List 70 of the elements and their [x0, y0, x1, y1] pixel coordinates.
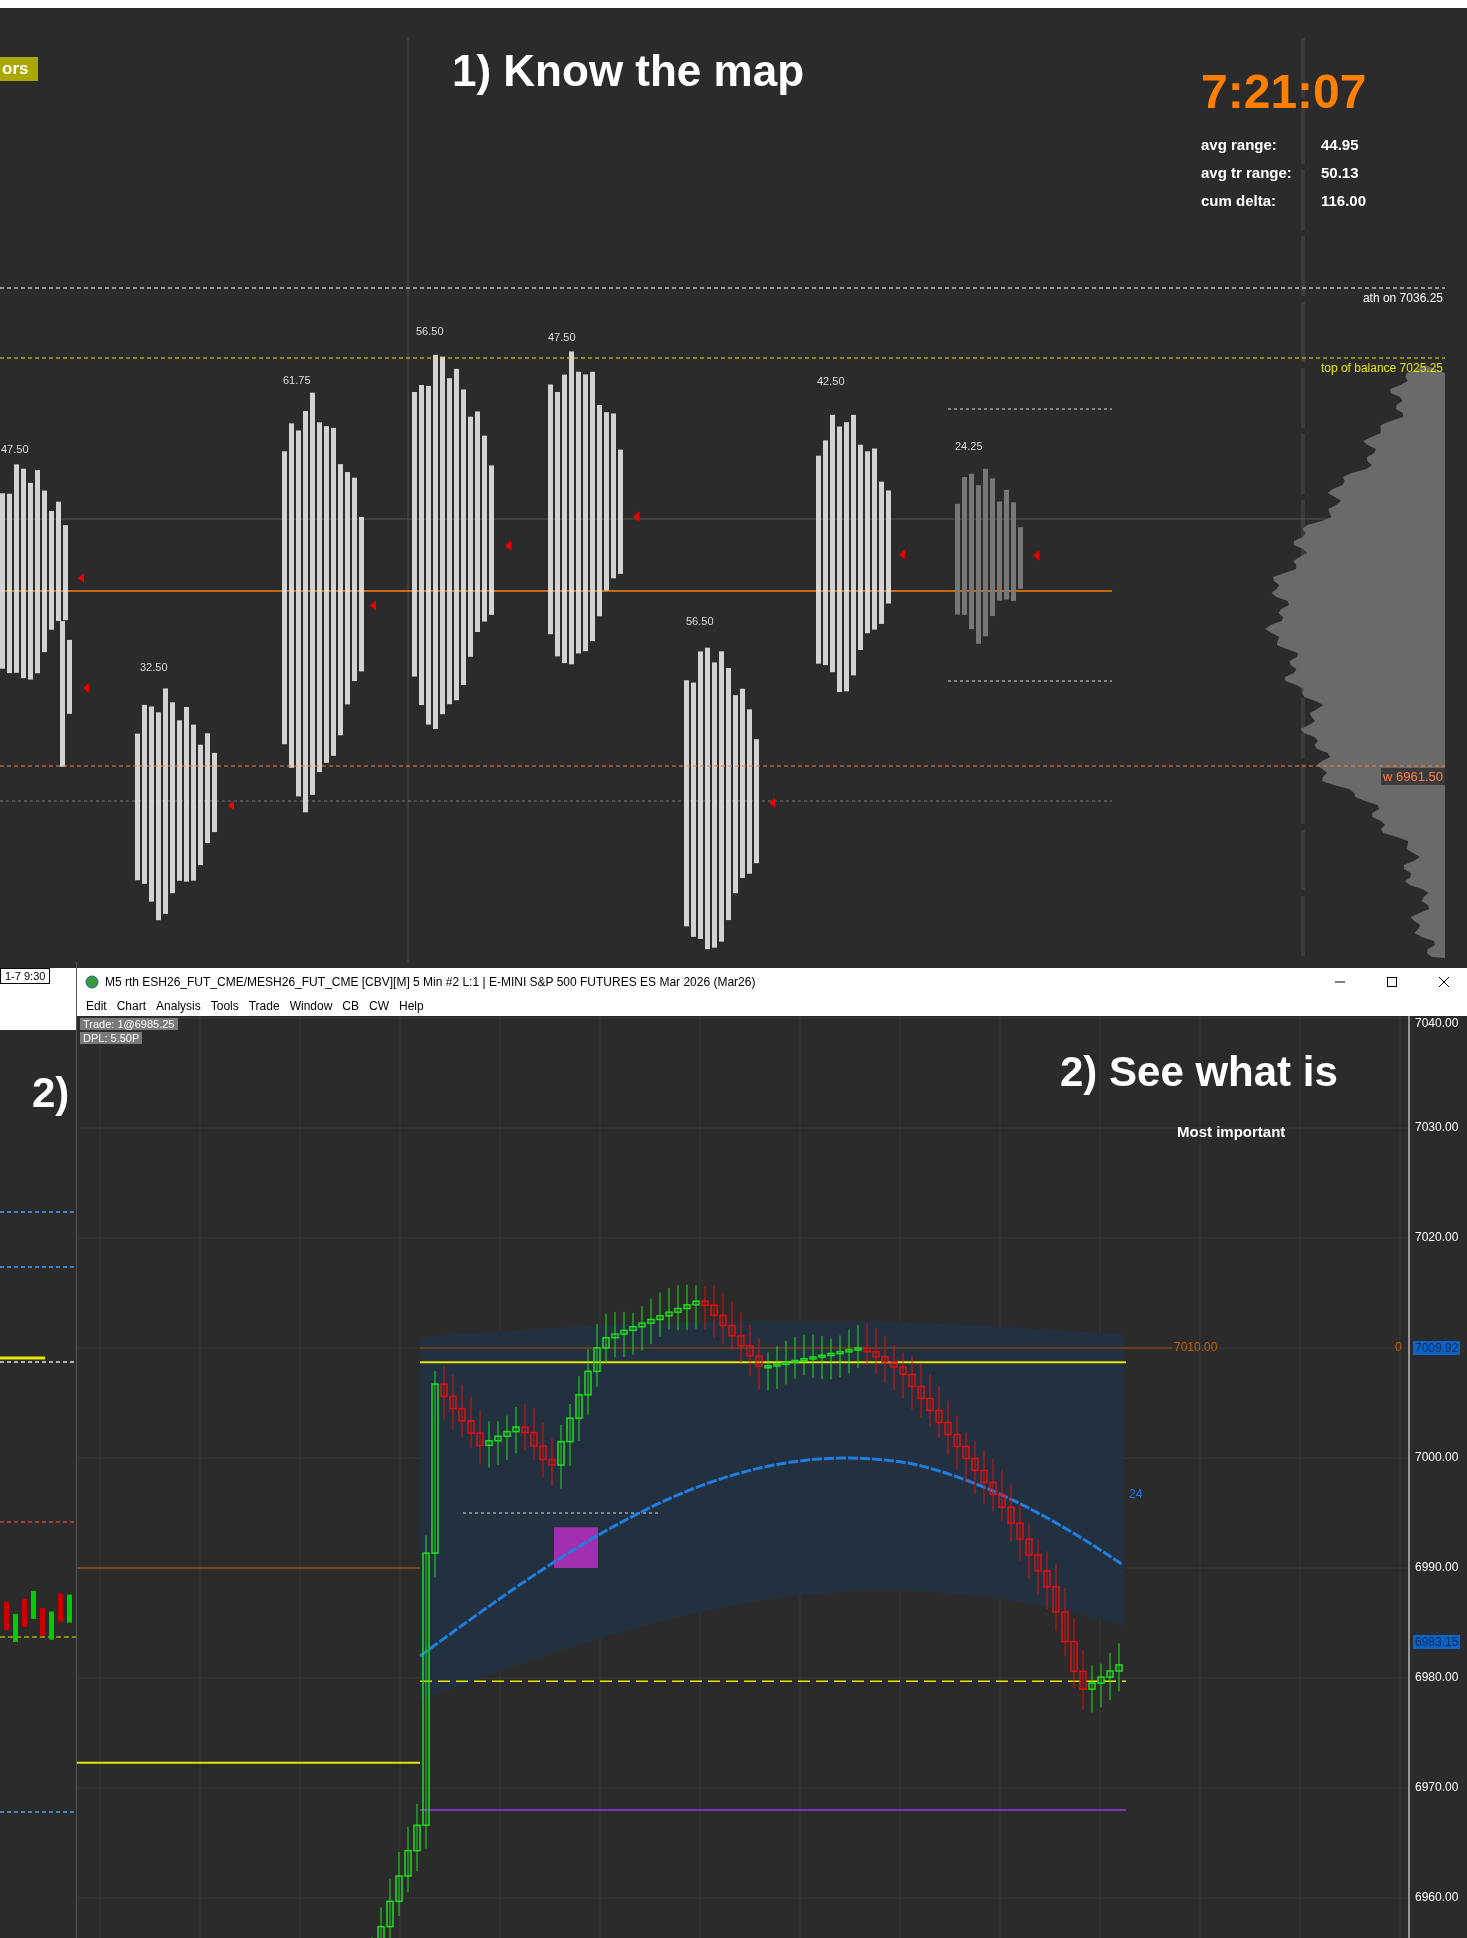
- price-label: 7020.00: [1415, 1230, 1459, 1244]
- window-title: M5 rth ESH26_FUT_CME/MESH26_FUT_CME [CBV][M] 5 Min #2 L:1 | E-MINI S&P 500 FUTURES ES Mar 2026 (Mar26): [105, 974, 756, 989]
- range-label: 24.25: [955, 440, 983, 452]
- stat-label: avg tr range:: [1201, 164, 1292, 181]
- price-label: 6970.00: [1415, 1780, 1459, 1794]
- level-label: ath on 7036.25: [1361, 290, 1444, 306]
- slide-heading: 1) Know the map: [452, 46, 805, 96]
- price-label: 7030.00: [1415, 1120, 1459, 1134]
- marker-label: 7010.00: [1174, 1340, 1218, 1354]
- globe-icon: [85, 974, 99, 989]
- menu-item[interactable]: Trade: [243, 996, 285, 1015]
- candle: [31, 1590, 36, 1619]
- menu-item[interactable]: CW: [364, 996, 394, 1015]
- stat-label: cum delta:: [1201, 192, 1276, 209]
- menu-item[interactable]: Tools: [205, 996, 244, 1015]
- menu-item[interactable]: Help: [394, 996, 429, 1015]
- candle: [58, 1593, 63, 1622]
- range-label: 56.50: [686, 615, 714, 627]
- candle: [67, 1594, 72, 1623]
- triangle-marker-icon: [633, 511, 639, 522]
- range-label: 56.50: [416, 325, 444, 337]
- triangle-marker-icon: [505, 540, 511, 551]
- stat-value: 50.13: [1321, 164, 1359, 181]
- price-tag: 7009.92: [1413, 1340, 1461, 1355]
- chart-heading: 2): [32, 1069, 70, 1117]
- info-label: DPL: 5.50P: [80, 1032, 143, 1044]
- range-label: 32.50: [140, 661, 168, 673]
- menu-item[interactable]: CB: [337, 996, 364, 1015]
- range-label: 47.50: [1, 443, 29, 455]
- menu-item[interactable]: Chart: [111, 996, 152, 1015]
- price-label: 6960.00: [1415, 1890, 1459, 1904]
- candle: [4, 1602, 9, 1630]
- tag-label: ors: [0, 57, 39, 81]
- zone-block: [554, 1527, 598, 1568]
- price-tag: 6983.15: [1413, 1635, 1461, 1650]
- stat-value: 116.00: [1321, 192, 1367, 209]
- menu-item[interactable]: Analysis: [151, 996, 206, 1015]
- stat-value: 44.95: [1321, 136, 1359, 153]
- chart-subheading: Most important: [1177, 1123, 1286, 1140]
- candle: [22, 1598, 27, 1627]
- triangle-marker-icon: [83, 683, 89, 693]
- price-label: 6990.00: [1415, 1560, 1459, 1574]
- candle: [13, 1613, 18, 1642]
- menu-item[interactable]: Edit: [81, 996, 112, 1015]
- range-label: 47.50: [548, 331, 576, 343]
- stat-label: avg range:: [1201, 136, 1277, 153]
- clock-text: 7:21:07: [1201, 64, 1367, 119]
- triangle-marker-icon: [228, 800, 234, 811]
- close-icon[interactable]: [1438, 975, 1450, 988]
- triangle-marker-icon: [370, 600, 376, 611]
- maximize-icon[interactable]: [1386, 975, 1398, 988]
- info-label: Trade: 1@6985.25: [80, 1018, 178, 1030]
- triangle-marker-icon: [899, 549, 905, 560]
- timestamp-label: 1-7 9:30: [0, 968, 51, 984]
- triangle-marker-icon: [1033, 550, 1039, 561]
- menu-item[interactable]: Window: [284, 996, 338, 1015]
- level-label: w 6961.50: [1381, 768, 1445, 785]
- triangle-marker-icon: [78, 573, 84, 583]
- candle: [49, 1611, 54, 1640]
- level-label: top of balance 7025.25: [1319, 360, 1444, 376]
- range-label: 42.50: [817, 375, 845, 387]
- price-label: 6980.00: [1415, 1670, 1459, 1684]
- marker-label: 0: [1395, 1340, 1402, 1354]
- price-label: 7040.00: [1415, 1016, 1459, 1030]
- range-label: 61.75: [283, 374, 311, 386]
- candle: [40, 1607, 45, 1636]
- chart-heading: 2) See what is: [1060, 1048, 1338, 1096]
- marker-label: 24: [1129, 1487, 1143, 1502]
- price-label: 7000.00: [1415, 1450, 1459, 1464]
- triangle-marker-icon: [769, 798, 775, 808]
